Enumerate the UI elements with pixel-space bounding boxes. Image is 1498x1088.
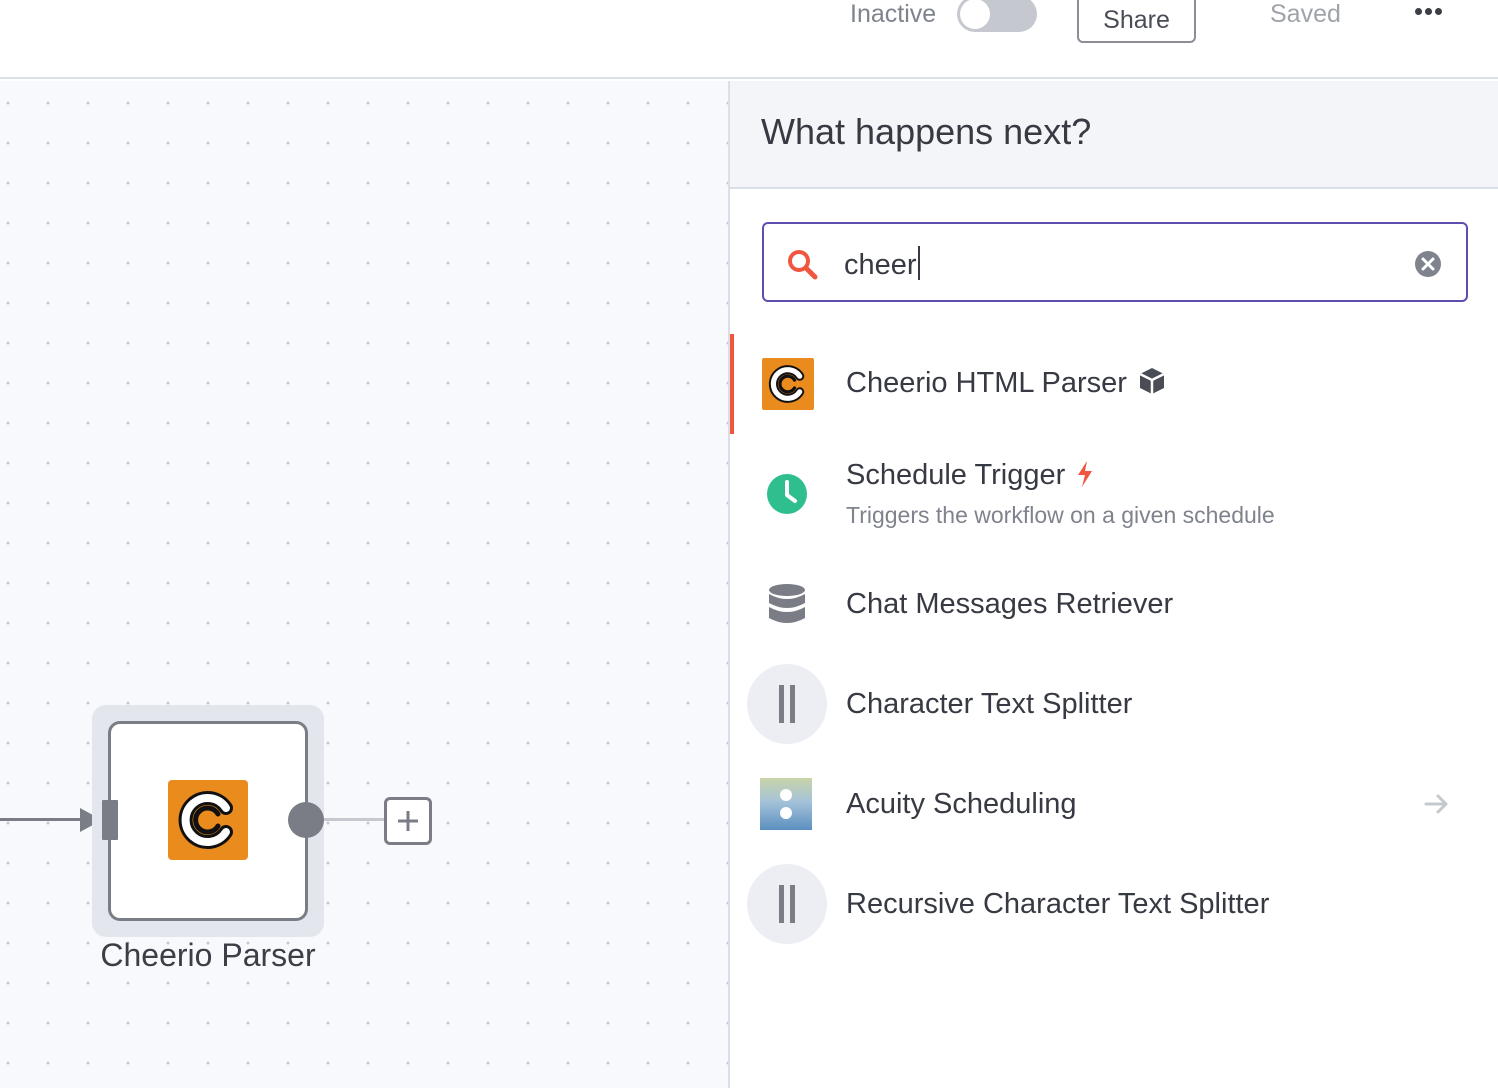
result-recursive-character-text-splitter[interactable]: Recursive Character Text Splitter [730, 854, 1498, 954]
workflow-status-label: Inactive [850, 0, 937, 28]
splitter-icon [747, 664, 827, 744]
cube-icon [1139, 368, 1165, 394]
workflow-canvas[interactable]: Cheerio Parser [0, 81, 728, 1088]
search-icon [788, 250, 818, 280]
lightning-icon [1078, 461, 1093, 487]
clear-search-icon[interactable] [1414, 250, 1442, 278]
top-header: Inactive Share Saved [0, 0, 1498, 79]
result-title: Character Text Splitter [846, 688, 1133, 720]
panel-title: What happens next? [761, 111, 1092, 152]
more-options-icon[interactable] [1408, 0, 1448, 26]
node-output-handle[interactable] [288, 802, 324, 838]
result-character-text-splitter[interactable]: Character Text Splitter [730, 654, 1498, 754]
incoming-connection [0, 818, 86, 821]
node-input-handle[interactable] [102, 800, 118, 840]
splitter-icon [747, 864, 827, 944]
search-text[interactable]: cheer [844, 246, 920, 282]
result-chat-messages-retriever[interactable]: Chat Messages Retriever [730, 554, 1498, 654]
result-title: Cheerio HTML Parser [846, 366, 1167, 400]
saved-status: Saved [1270, 0, 1341, 28]
result-cheerio-html-parser[interactable]: Cheerio HTML Parser [730, 334, 1498, 434]
search-input[interactable]: cheer [762, 222, 1468, 302]
node-creator-panel: What happens next? cheer Cheerio HTML Pa… [728, 81, 1498, 1088]
result-description: Triggers the workflow on a given schedul… [846, 502, 1275, 528]
panel-header: What happens next? [730, 81, 1498, 189]
arrow-right-icon [1424, 794, 1448, 814]
result-schedule-trigger[interactable]: Schedule Trigger Triggers the workflow o… [730, 441, 1498, 561]
result-title: Chat Messages Retriever [846, 588, 1174, 620]
cheerio-icon [762, 358, 814, 410]
result-title: Acuity Scheduling [846, 788, 1077, 820]
active-indicator [730, 334, 734, 434]
share-button[interactable]: Share [1077, 0, 1196, 43]
node-label: Cheerio Parser [100, 937, 316, 973]
result-acuity-scheduling[interactable]: Acuity Scheduling [730, 754, 1498, 854]
active-toggle[interactable] [957, 0, 1037, 32]
result-title: Recursive Character Text Splitter [846, 888, 1270, 920]
toggle-knob [960, 0, 990, 29]
acuity-icon [760, 778, 812, 830]
add-node-button[interactable] [384, 797, 432, 845]
clock-icon [766, 473, 808, 515]
database-icon [768, 584, 806, 626]
cheerio-icon [168, 780, 248, 860]
output-connection [324, 818, 386, 821]
result-title: Schedule Trigger [846, 459, 1095, 492]
workflow-editor: Inactive Share Saved Cheerio Parser What… [0, 0, 1498, 1088]
plus-icon [398, 811, 418, 831]
